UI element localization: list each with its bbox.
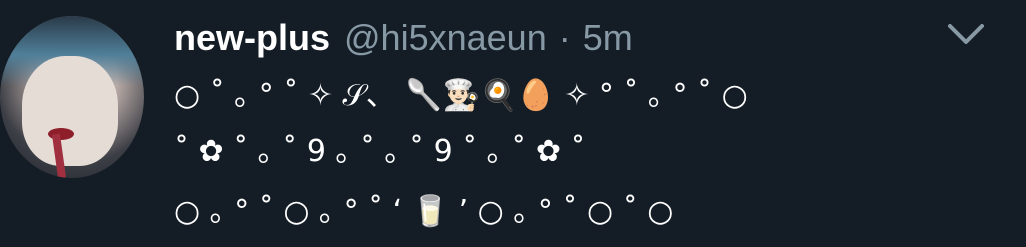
avatar[interactable] [0,16,144,178]
timestamp[interactable]: 5m [583,17,633,59]
tweet-text-line-3: ○ ｡ ° ˚ ○ ｡ ° ˚ ‘ 🥛 ’ ○ ｡ ° ˚ ○ ˚ ○ [174,194,674,229]
chevron-down-icon[interactable] [946,22,986,48]
separator-dot: · [558,17,571,58]
display-name[interactable]: new-plus [174,17,330,59]
tweet-header: new-plus @hi5xnaeun · 5m [174,14,633,62]
user-handle[interactable]: @hi5xnaeun [344,17,547,59]
tweet-text-line-2: ˚ ✿ ˚ ｡ ˚ 9 ｡ ˚ ｡ ˚ 9 ˚ ｡ ˚ ✿ ˚ [174,134,586,169]
tweet-text-line-1: ○ ˚ ｡ ° ˚ ✧ 𝒮、 🥄👨🏻‍🍳🍳🥚 ✧ ° ˚ ｡ ° ˚ ○ [174,78,748,113]
